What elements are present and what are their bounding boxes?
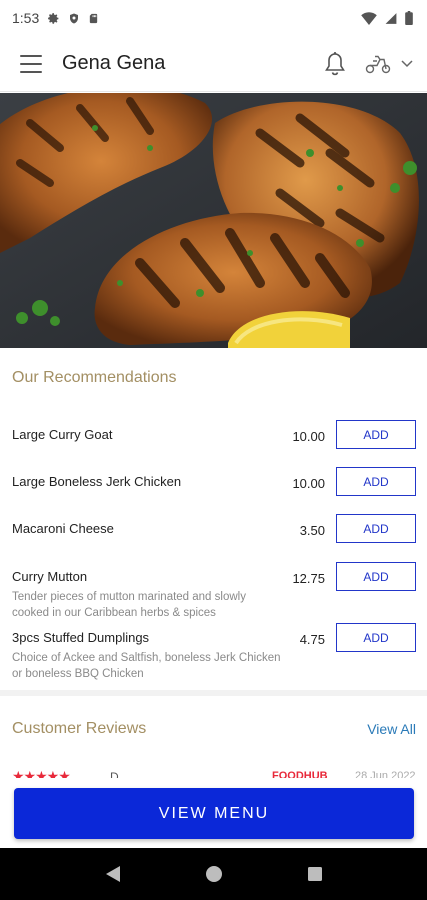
item-price: 10.00 <box>292 429 325 444</box>
battery-icon <box>405 11 413 25</box>
item-description: Tender pieces of mutton marinated and sl… <box>12 591 246 619</box>
item-name: Large Boneless Jerk Chicken <box>12 474 182 489</box>
item-name: Curry Mutton <box>12 569 88 584</box>
add-button[interactable]: ADD <box>336 420 416 449</box>
item-price: 3.50 <box>299 523 325 538</box>
system-nav-bar <box>0 848 427 900</box>
status-time: 1:53 <box>12 10 40 26</box>
view-menu-button[interactable]: VIEW MENU <box>14 788 414 839</box>
add-button[interactable]: ADD <box>336 514 416 543</box>
menu-icon[interactable] <box>20 54 42 73</box>
item-price: 10.00 <box>292 476 325 491</box>
item-price: 12.75 <box>292 571 325 586</box>
item-name: Macaroni Cheese <box>12 521 114 536</box>
chevron-down-icon <box>401 59 413 67</box>
wifi-icon <box>361 11 377 25</box>
delivery-mode-selector[interactable] <box>365 53 413 75</box>
status-right <box>361 11 413 25</box>
add-button[interactable]: ADD <box>336 623 416 652</box>
settings-icon <box>48 12 59 24</box>
item-price: 4.75 <box>299 632 325 647</box>
recommendations-title: Our Recommendations <box>12 369 177 386</box>
item-name: Large Curry Goat <box>12 427 113 442</box>
view-all-link[interactable]: View All <box>367 721 416 737</box>
scooter-icon <box>365 55 391 73</box>
page-title: Gena Gena <box>62 52 166 74</box>
item-name: 3pcs Stuffed Dumplings <box>12 630 150 645</box>
item-description: Choice of Ackee and Saltfish, boneless J… <box>12 652 281 680</box>
back-icon[interactable] <box>93 854 133 894</box>
sd-card-icon <box>90 13 98 23</box>
home-icon[interactable] <box>194 854 234 894</box>
add-button[interactable]: ADD <box>336 562 416 591</box>
recents-icon[interactable] <box>295 854 335 894</box>
reviews-title: Customer Reviews <box>12 720 147 737</box>
hero-food-image <box>0 93 427 348</box>
section-divider <box>0 690 427 696</box>
signal-icon <box>385 12 397 24</box>
status-bar: 1:53 <box>0 0 427 36</box>
add-button[interactable]: ADD <box>336 467 416 496</box>
shield-icon <box>70 13 79 23</box>
status-left: 1:53 <box>12 10 99 26</box>
header-actions <box>323 51 413 77</box>
bell-icon[interactable] <box>323 51 347 77</box>
app-header: Gena Gena <box>0 36 427 92</box>
